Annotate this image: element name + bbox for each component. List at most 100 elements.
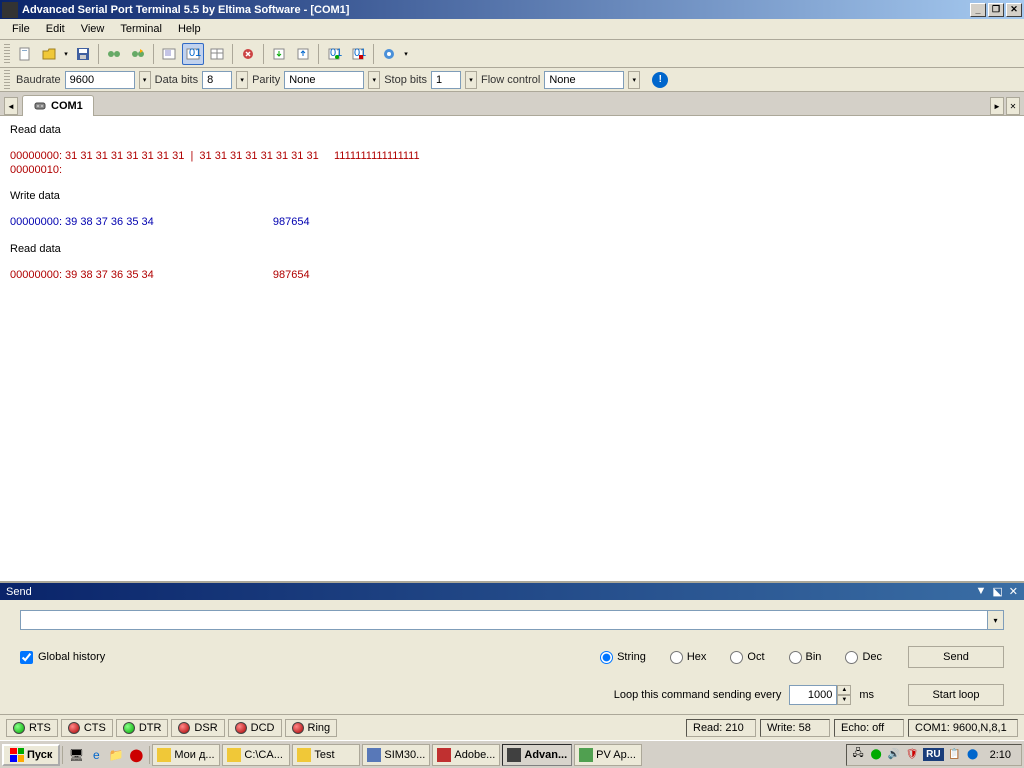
tab-scroll-left[interactable]: ◄ (4, 97, 18, 115)
tray-app1-icon[interactable]: 📋 (948, 748, 962, 762)
led-dcd[interactable]: DCD (228, 719, 282, 737)
menu-terminal[interactable]: Terminal (112, 21, 170, 37)
table-view-button[interactable] (206, 43, 228, 65)
ql-ie-icon[interactable]: e (87, 746, 105, 764)
send-button[interactable]: Send (908, 646, 1004, 668)
terminal-line: 00000000: 39 38 37 36 35 34 987654 (10, 269, 1014, 282)
ql-explorer-icon[interactable]: 📁 (107, 746, 125, 764)
panel-pin-icon[interactable]: ⬕ (992, 585, 1002, 598)
tab-close[interactable]: ✕ (1006, 97, 1020, 115)
parity-dropdown[interactable] (368, 71, 380, 89)
format-radio-string[interactable]: String (600, 651, 646, 664)
format-radio-hex[interactable]: Hex (670, 651, 707, 664)
spin-up[interactable]: ▲ (837, 685, 851, 695)
dump-view-button[interactable]: 010 (182, 43, 204, 65)
receive-file-button[interactable] (292, 43, 314, 65)
terminal-line: 00000000: 31 31 31 31 31 31 31 31 | 31 3… (10, 150, 1014, 163)
taskbar-item[interactable]: SIM30... (362, 744, 430, 766)
stopbits-combo[interactable]: 1 (431, 71, 461, 89)
send-history-dropdown[interactable] (988, 610, 1004, 630)
spin-down[interactable]: ▼ (837, 695, 851, 705)
stopbits-dropdown[interactable] (465, 71, 477, 89)
baudrate-dropdown[interactable] (139, 71, 151, 89)
info-icon[interactable]: ! (652, 72, 668, 88)
led-ring[interactable]: Ring (285, 719, 338, 737)
ql-desktop-icon[interactable]: 🖥 (67, 746, 85, 764)
parambar-grip[interactable] (4, 70, 10, 90)
databits-combo[interactable]: 8 (202, 71, 232, 89)
save-button[interactable] (72, 43, 94, 65)
taskbar-item[interactable]: Test (292, 744, 360, 766)
tray-volume-icon[interactable]: 🔊 (887, 748, 901, 762)
taskbar-item[interactable]: Adobe... (432, 744, 500, 766)
format-radio-oct[interactable]: Oct (730, 651, 764, 664)
format-radio-dec[interactable]: Dec (845, 651, 882, 664)
send-input[interactable] (20, 610, 988, 630)
format-radio-bin[interactable]: Bin (789, 651, 822, 664)
task-icon (227, 748, 241, 762)
options-button[interactable] (378, 43, 400, 65)
databits-dropdown[interactable] (236, 71, 248, 89)
clear-button[interactable] (237, 43, 259, 65)
terminal-view-button[interactable] (158, 43, 180, 65)
options-dropdown[interactable] (402, 50, 410, 58)
quick-connect-button[interactable] (127, 43, 149, 65)
taskbar-item[interactable]: Advan... (502, 744, 572, 766)
flow-combo[interactable]: None (544, 71, 624, 89)
loop-interval-spinner[interactable]: ▲ ▼ (789, 685, 851, 705)
global-history-checkbox[interactable]: Global history (20, 651, 105, 664)
parity-combo[interactable]: None (284, 71, 364, 89)
taskbar-item[interactable]: PV Ap... (574, 744, 642, 766)
restore-button[interactable]: ❐ (988, 3, 1004, 17)
start-log-button[interactable]: 01 (323, 43, 345, 65)
led-dsr[interactable]: DSR (171, 719, 224, 737)
taskbar-item[interactable]: Мои д... (152, 744, 220, 766)
menu-help[interactable]: Help (170, 21, 209, 37)
terminal-output[interactable]: Read data 00000000: 31 31 31 31 31 31 31… (0, 116, 1024, 581)
flow-label: Flow control (481, 74, 540, 86)
system-tray: 🖧 ⬤ 🔊 🛡 RU 📋 ⬤ 2:10 (846, 744, 1022, 766)
send-file-button[interactable] (268, 43, 290, 65)
svg-text:010: 010 (189, 47, 201, 59)
status-read: Read: 210 (686, 719, 756, 737)
stop-log-button[interactable]: 01 (347, 43, 369, 65)
led-dtr[interactable]: DTR (116, 719, 169, 737)
terminal-line: Read data (10, 243, 1014, 256)
menu-view[interactable]: View (73, 21, 113, 37)
tray-shield-icon[interactable]: 🛡 (905, 748, 919, 762)
baudrate-combo[interactable]: 9600 (65, 71, 135, 89)
open-dropdown[interactable] (62, 50, 70, 58)
terminal-line: 00000010: (10, 164, 1014, 177)
menu-edit[interactable]: Edit (38, 21, 73, 37)
start-loop-button[interactable]: Start loop (908, 684, 1004, 706)
open-session-button[interactable] (38, 43, 60, 65)
led-dot (13, 722, 25, 734)
tab-scroll-right[interactable]: ► (990, 97, 1004, 115)
tray-network-icon[interactable]: 🖧 (851, 748, 865, 762)
led-rts[interactable]: RTS (6, 719, 58, 737)
flow-dropdown[interactable] (628, 71, 640, 89)
toolbar-grip[interactable] (4, 44, 10, 64)
tab-com1[interactable]: COM1 (22, 95, 94, 116)
menu-file[interactable]: File (4, 21, 38, 37)
language-indicator[interactable]: RU (923, 748, 943, 761)
tray-usb-icon[interactable]: ⬤ (869, 748, 883, 762)
panel-close-icon[interactable]: ✕ (1009, 585, 1018, 598)
baudrate-label: Baudrate (16, 74, 61, 86)
new-session-button[interactable] (14, 43, 36, 65)
clock[interactable]: 2:10 (984, 749, 1017, 761)
taskbar-item[interactable]: C:\CA... (222, 744, 290, 766)
connect-button[interactable] (103, 43, 125, 65)
led-dot (235, 722, 247, 734)
parity-label: Parity (252, 74, 280, 86)
panel-dropdown-icon[interactable]: ▼ (975, 585, 986, 598)
task-icon (507, 748, 521, 762)
led-cts[interactable]: CTS (61, 719, 113, 737)
tray-app2-icon[interactable]: ⬤ (966, 748, 980, 762)
terminal-line: Write data (10, 190, 1014, 203)
ql-app-icon[interactable]: ⬤ (127, 746, 145, 764)
minimize-button[interactable]: _ (970, 3, 986, 17)
quick-launch: 🖥 e 📁 ⬤ (62, 746, 150, 764)
close-button[interactable]: ✕ (1006, 3, 1022, 17)
start-button[interactable]: Пуск (2, 744, 60, 766)
